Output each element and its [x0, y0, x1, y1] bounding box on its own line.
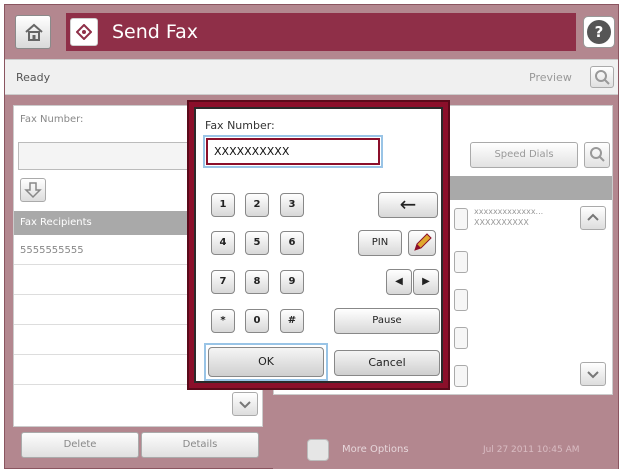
dialog-body: Fax Number: 1 2 3 ← 4 5 6 PIN [194, 107, 443, 383]
add-recipient-button[interactable] [20, 178, 46, 202]
speed-dial-tab[interactable] [454, 365, 468, 387]
cursor-right-button[interactable]: ▶ [413, 269, 439, 295]
title-bar: Send Fax ? [5, 5, 618, 59]
home-button[interactable] [15, 15, 51, 49]
status-bar: Ready Preview [5, 59, 618, 95]
speed-dials-button[interactable]: Speed Dials [470, 142, 578, 168]
key-3[interactable]: 3 [280, 193, 304, 217]
magnifier-icon [595, 70, 610, 85]
speed-dial-tab[interactable] [454, 327, 468, 349]
key-5[interactable]: 5 [245, 231, 269, 255]
key-0[interactable]: 0 [245, 309, 269, 333]
speed-dial-entry-line1: xxxxxxxxxxxxx... [474, 207, 544, 216]
chevron-up-icon [587, 213, 599, 221]
arrow-down-icon [24, 182, 42, 199]
recipient-number: 5555555555 [20, 245, 84, 256]
key-8[interactable]: 8 [245, 270, 269, 294]
scroll-up-button[interactable] [580, 206, 606, 230]
key-2[interactable]: 2 [245, 193, 269, 217]
speed-dial-entry[interactable]: xxxxxxxxxxxxx... XXXXXXXXXX [474, 206, 543, 228]
key-1[interactable]: 1 [211, 193, 235, 217]
speed-dial-tab[interactable] [454, 289, 468, 311]
fax-number-input[interactable] [206, 138, 380, 165]
preview-button[interactable] [590, 66, 614, 88]
arrow-right-icon: ▶ [422, 276, 430, 287]
ok-button[interactable]: OK [208, 347, 324, 377]
help-button[interactable]: ? [583, 16, 615, 48]
key-4[interactable]: 4 [211, 231, 235, 255]
fax-icon [70, 18, 98, 46]
status-text: Ready [16, 71, 51, 84]
fax-number-label: Fax Number: [20, 114, 84, 125]
magnifier-icon [590, 147, 605, 162]
pencil-icon [414, 233, 432, 251]
speed-dial-tab[interactable] [454, 208, 468, 230]
fax-number-dialog: Fax Number: 1 2 3 ← 4 5 6 PIN [187, 100, 450, 390]
help-icon: ? [587, 20, 611, 44]
key-star[interactable]: * [211, 309, 235, 333]
chevron-down-icon [239, 401, 251, 409]
key-hash[interactable]: # [280, 309, 304, 333]
title-area: Send Fax [66, 13, 576, 51]
key-7[interactable]: 7 [211, 270, 235, 294]
cancel-button[interactable]: Cancel [334, 350, 440, 376]
details-button[interactable]: Details [141, 432, 259, 458]
speed-dial-tab[interactable] [454, 251, 468, 273]
cursor-left-button[interactable]: ◀ [386, 269, 412, 295]
chevron-down-icon [587, 371, 599, 379]
key-6[interactable]: 6 [280, 231, 304, 255]
app-frame: Send Fax ? Ready Preview Fax Number: Fax… [4, 4, 619, 469]
page-title: Send Fax [112, 21, 198, 43]
backspace-icon: ← [399, 192, 417, 216]
home-icon [25, 23, 43, 41]
dialog-input-focus-ring [203, 135, 383, 168]
datetime-label: Jul 27 2011 10:45 AM [483, 445, 580, 455]
key-9[interactable]: 9 [280, 270, 304, 294]
preview-label: Preview [529, 71, 572, 84]
arrow-left-icon: ◀ [395, 276, 403, 287]
edit-button[interactable] [408, 230, 436, 256]
more-options-icon[interactable] [307, 439, 329, 461]
scroll-down-button[interactable] [580, 362, 606, 386]
dialog-fax-number-label: Fax Number: [205, 119, 275, 132]
more-options-link[interactable]: More Options [342, 444, 409, 455]
delete-button[interactable]: Delete [21, 432, 139, 458]
scroll-down-button[interactable] [232, 392, 258, 416]
speed-dial-entry-line2: XXXXXXXXXX [474, 218, 529, 227]
pin-button[interactable]: PIN [358, 230, 402, 256]
speed-dial-search-button[interactable] [584, 142, 610, 168]
backspace-button[interactable]: ← [378, 192, 438, 218]
pause-button[interactable]: Pause [334, 308, 440, 334]
ok-focus-ring: OK [204, 343, 328, 381]
